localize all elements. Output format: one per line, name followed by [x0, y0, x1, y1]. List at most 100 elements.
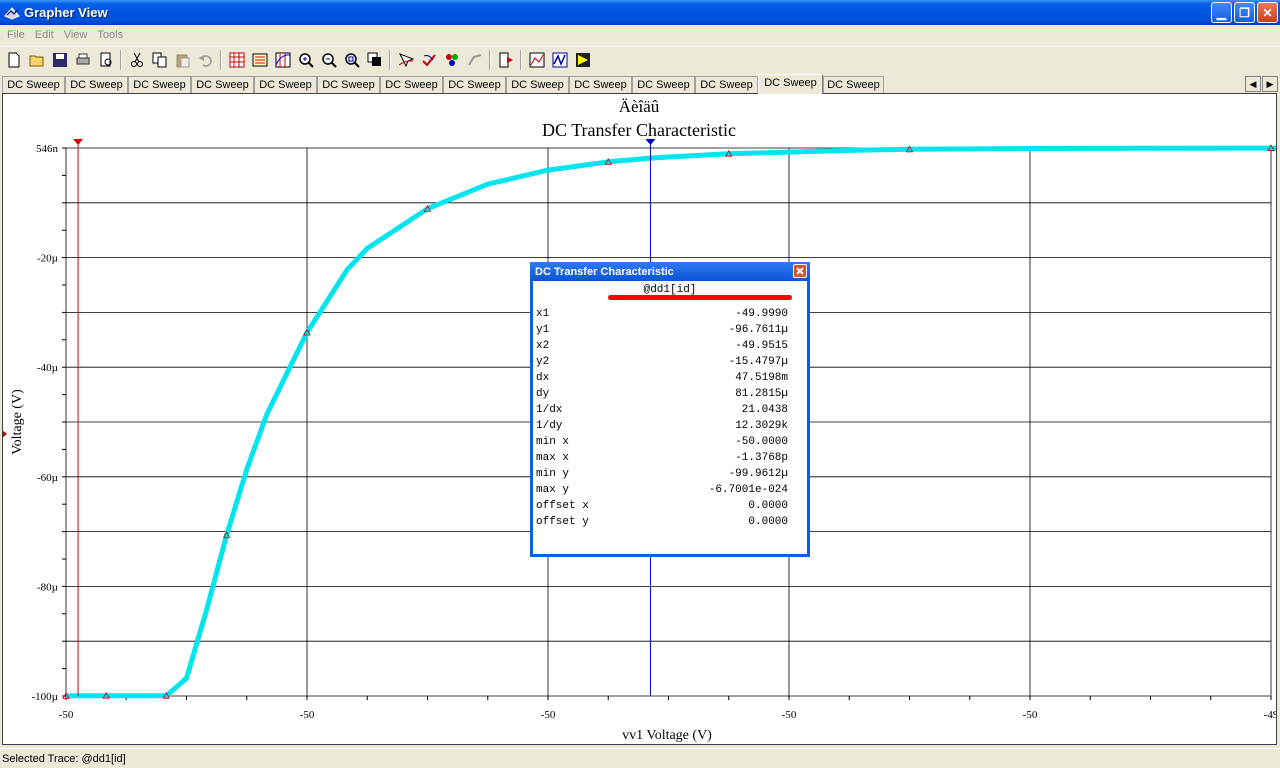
properties-button[interactable] — [417, 49, 440, 71]
open-icon — [29, 55, 43, 66]
cursors-button[interactable] — [271, 49, 294, 71]
toolbar — [0, 46, 1280, 72]
cursor-row-offset-y: offset y 0.0000 — [536, 516, 788, 528]
open-button[interactable] — [25, 49, 48, 71]
x-tick-label: -50 — [782, 709, 797, 721]
reverse-colors-button[interactable] — [363, 49, 386, 71]
cursor-row-inv-dx: 1/dx 21.0438 — [536, 404, 788, 416]
cursor-data-close-button[interactable] — [793, 264, 807, 278]
tab-dc-sweep[interactable]: DC Sweep — [380, 76, 443, 94]
cursor-1-handle-icon — [73, 139, 84, 145]
cursor-data-window[interactable]: DC Transfer Characteristic @dd1[id] x1 -4… — [530, 262, 810, 557]
cursor-row-dy: dy 81.2815µ — [536, 388, 788, 400]
cursor-row-x2: x2 -49.9515 — [536, 340, 788, 352]
x-tick-label: -50 — [300, 709, 315, 721]
export-button[interactable] — [494, 49, 517, 71]
y-tick-label: -60µ — [37, 472, 58, 484]
x-tick-label: -50 — [1023, 709, 1038, 721]
legend-button[interactable] — [248, 49, 271, 71]
cursor-row-inv-dy: 1/dy 12.3029k — [536, 420, 788, 432]
title-bar: Grapher View ▁ ❐ ✕ — [0, 0, 1280, 25]
reverse-colors-icon — [367, 52, 381, 66]
select-trace-button[interactable] — [394, 49, 417, 71]
selected-trace-status: Selected Trace: @dd1[id] — [2, 752, 126, 765]
cursor-row-y1: y1 -96.7611µ — [536, 324, 788, 336]
grapher-app-icon — [4, 5, 20, 21]
copy-button[interactable] — [148, 49, 171, 71]
menu-edit[interactable]: Edit — [30, 29, 59, 41]
new-button[interactable] — [2, 49, 25, 71]
zoom-out-button[interactable] — [317, 49, 340, 71]
toolbar-separator — [120, 49, 122, 70]
tab-dc-sweep[interactable]: DC Sweep — [65, 76, 128, 94]
cut-button[interactable] — [125, 49, 148, 71]
properties-icon — [421, 53, 436, 66]
tab-dc-sweep[interactable]: DC Sweep — [569, 76, 632, 94]
excel-button[interactable] — [571, 49, 594, 71]
x-axis-label: vv1 Voltage (V) — [622, 728, 712, 743]
menu-bar: File Edit View Tools — [0, 25, 1280, 44]
export-mathcad-button[interactable] — [548, 49, 571, 71]
zoom-in-button[interactable] — [294, 49, 317, 71]
tab-dc-sweep[interactable]: DC Sweep — [191, 76, 254, 94]
undo-button[interactable] — [194, 49, 217, 71]
tab-dc-sweep[interactable]: DC Sweep — [506, 76, 569, 94]
print-preview-button[interactable] — [94, 49, 117, 71]
trace-color-button[interactable] — [440, 49, 463, 71]
tab-scroll-left-button[interactable]: ◀ — [1245, 76, 1261, 92]
tab-dc-sweep[interactable]: DC Sweep — [695, 76, 758, 94]
grid-button[interactable] — [225, 49, 248, 71]
copy-icon — [152, 52, 166, 67]
toolbar-separator — [389, 49, 391, 70]
export-icon — [499, 52, 513, 67]
x-tick-label: -50 — [541, 709, 556, 721]
y-tick-label: -80µ — [37, 581, 58, 593]
toolbar-separator — [489, 49, 491, 70]
tab-dc-sweep-active[interactable]: DC Sweep — [758, 74, 823, 94]
menu-view[interactable]: View — [59, 29, 93, 41]
minimize-button[interactable]: ▁ — [1211, 2, 1232, 23]
zoom-fit-button[interactable] — [340, 49, 363, 71]
save-icon — [52, 52, 67, 67]
close-button[interactable]: ✕ — [1257, 2, 1278, 23]
menu-tools[interactable]: Tools — [92, 29, 128, 41]
y-axis-label: Voltage (V) — [10, 389, 25, 455]
tab-scroll-right-button[interactable]: ▶ — [1262, 76, 1278, 92]
cursor-data-title-bar[interactable]: DC Transfer Characteristic — [530, 262, 810, 281]
cursor-row-x1: x1 -49.9990 — [536, 308, 788, 320]
menu-file[interactable]: File — [2, 29, 30, 41]
save-button[interactable] — [48, 49, 71, 71]
zoom-fit-icon — [344, 52, 360, 68]
y-axis-trace-marker-icon — [3, 430, 7, 438]
legend-icon — [252, 53, 267, 66]
grid-icon — [229, 52, 244, 67]
status-bar: Selected Trace: @dd1[id] — [0, 748, 1280, 768]
close-icon: ✕ — [1262, 5, 1273, 20]
export-excel-icon — [529, 52, 544, 67]
tab-dc-sweep[interactable]: DC Sweep — [128, 76, 191, 94]
tab-dc-sweep[interactable]: DC Sweep — [823, 76, 884, 94]
undo-icon — [198, 54, 212, 67]
tab-dc-sweep[interactable]: DC Sweep — [254, 76, 317, 94]
print-icon — [76, 53, 89, 64]
trace-width-button[interactable] — [463, 49, 486, 71]
cursor-row-max-x: max x -1.3768p — [536, 452, 788, 464]
tab-dc-sweep[interactable]: DC Sweep — [632, 76, 695, 94]
toolbar-separator — [520, 49, 522, 70]
y-tick-label: -100µ — [31, 691, 58, 703]
cursors-icon — [275, 52, 290, 67]
print-button[interactable] — [71, 49, 94, 71]
paste-button[interactable] — [171, 49, 194, 71]
cut-icon — [130, 52, 143, 67]
tab-dc-sweep[interactable]: DC Sweep — [2, 76, 65, 94]
tab-dc-sweep[interactable]: DC Sweep — [317, 76, 380, 94]
export-excel-button[interactable] — [525, 49, 548, 71]
cursor-row-min-y: min y -99.9612µ — [536, 468, 788, 480]
minimize-icon: ▁ — [1216, 5, 1227, 20]
arrow-left-icon: ◀ — [1249, 78, 1257, 89]
tab-dc-sweep[interactable]: DC Sweep — [443, 76, 506, 94]
select-trace-icon — [398, 52, 414, 67]
x-tick-label: -49 — [1264, 709, 1276, 721]
maximize-button[interactable]: ❐ — [1234, 2, 1255, 23]
trace-width-icon — [467, 53, 481, 66]
